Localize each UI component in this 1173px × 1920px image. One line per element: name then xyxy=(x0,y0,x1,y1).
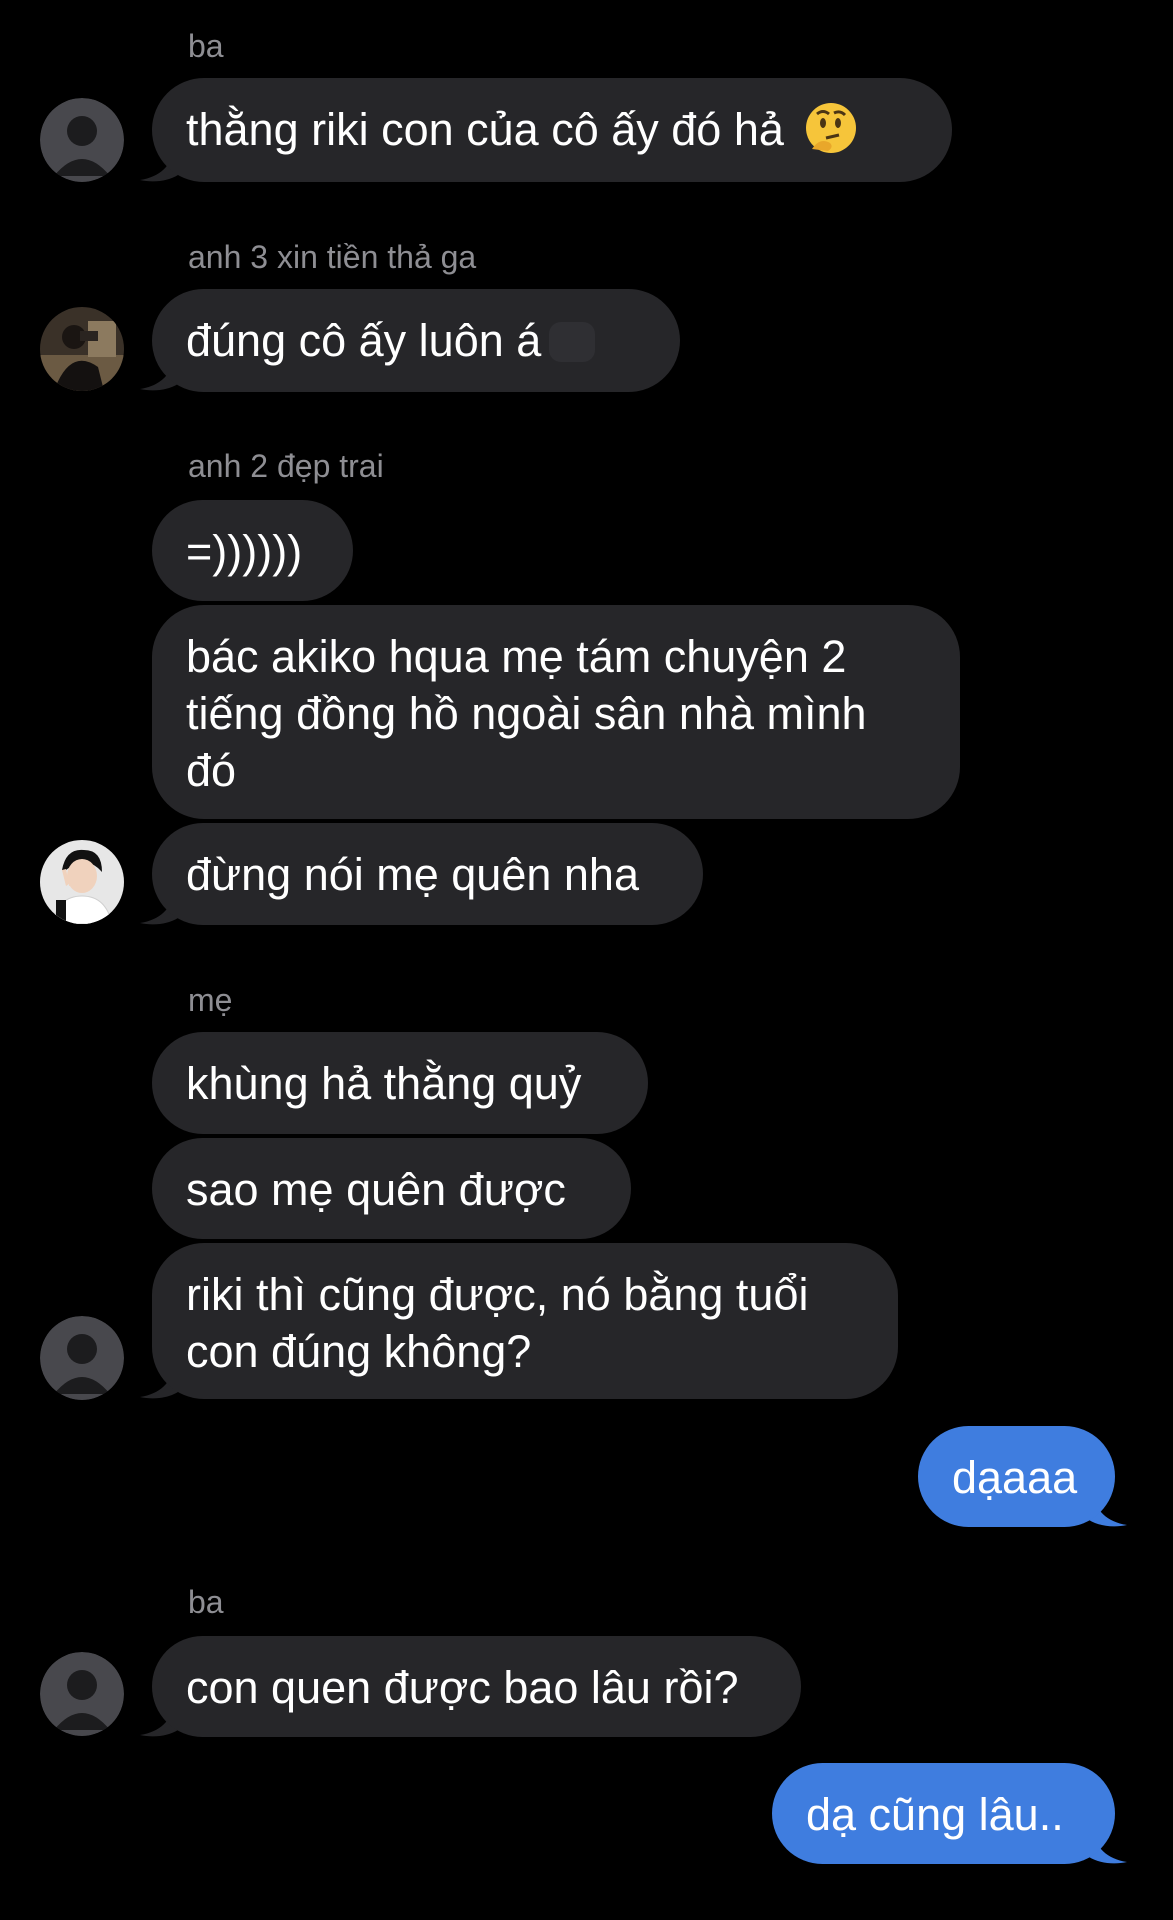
avatar[interactable] xyxy=(40,98,124,182)
default-person-icon xyxy=(40,1652,124,1736)
sender-name: ba xyxy=(188,28,224,64)
message-text-line: bác akiko hqua mẹ tám chuyện 2 xyxy=(186,631,847,682)
sender-name: anh 2 đẹp trai xyxy=(188,448,384,484)
message-bubble[interactable]: bác akiko hqua mẹ tám chuyện 2 tiếng đồn… xyxy=(152,605,960,819)
message-text: dạaaa xyxy=(952,1452,1078,1503)
message-text: thằng riki con của cô ấy đó hả xyxy=(186,104,784,155)
photo-avatar-icon xyxy=(40,307,124,391)
sender-name: ba xyxy=(188,1584,224,1620)
default-person-icon xyxy=(40,1316,124,1400)
message-text-line: con đúng không? xyxy=(186,1326,532,1377)
avatar[interactable] xyxy=(40,840,124,924)
message-text-line: riki thì cũng được, nó bằng tuổi xyxy=(186,1269,809,1320)
default-person-icon xyxy=(40,98,124,182)
message-text: dạ cũng lâu.. xyxy=(806,1789,1064,1840)
message-bubble[interactable]: thằng riki con của cô ấy đó hả xyxy=(152,78,952,182)
thinking-face-icon xyxy=(806,103,857,153)
message-text: đúng cô ấy luôn á xyxy=(186,315,542,366)
avatar[interactable] xyxy=(40,1316,124,1400)
message-text: đừng nói mẹ quên nha xyxy=(186,849,639,900)
sender-name: mẹ xyxy=(188,982,233,1018)
avatar[interactable] xyxy=(40,307,124,391)
message-text: con quen được bao lâu rồi? xyxy=(186,1662,739,1713)
chat-thread[interactable]: ba thằng riki con của cô ấy đó hả anh 3 … xyxy=(0,0,1173,1920)
photo-avatar-icon xyxy=(40,840,124,924)
message-bubble[interactable]: con quen được bao lâu rồi? xyxy=(152,1636,801,1737)
message-bubble[interactable]: dạaaa xyxy=(918,1426,1115,1527)
message-bubble[interactable]: đúng cô ấy luôn á xyxy=(152,289,680,392)
message-bubble[interactable]: khùng hả thằng quỷ xyxy=(152,1032,648,1134)
message-bubble[interactable]: đừng nói mẹ quên nha xyxy=(152,823,703,925)
message-text-line: đó xyxy=(186,745,237,796)
message-text: sao mẹ quên được xyxy=(186,1164,566,1215)
avatar[interactable] xyxy=(40,1652,124,1736)
message-text-line: tiếng đồng hồ ngoài sân nhà mình xyxy=(186,688,867,739)
sender-name: anh 3 xin tiền thả ga xyxy=(188,239,477,275)
message-bubble[interactable]: sao mẹ quên được xyxy=(152,1138,631,1239)
message-text: khùng hả thằng quỷ xyxy=(186,1058,582,1109)
message-text: =)))))) xyxy=(186,526,303,577)
message-bubble[interactable]: dạ cũng lâu.. xyxy=(772,1763,1115,1864)
blurred-emoji-icon xyxy=(549,322,596,362)
message-bubble[interactable]: riki thì cũng được, nó bằng tuổi con đún… xyxy=(152,1243,898,1399)
message-bubble[interactable]: =)))))) xyxy=(152,500,353,601)
